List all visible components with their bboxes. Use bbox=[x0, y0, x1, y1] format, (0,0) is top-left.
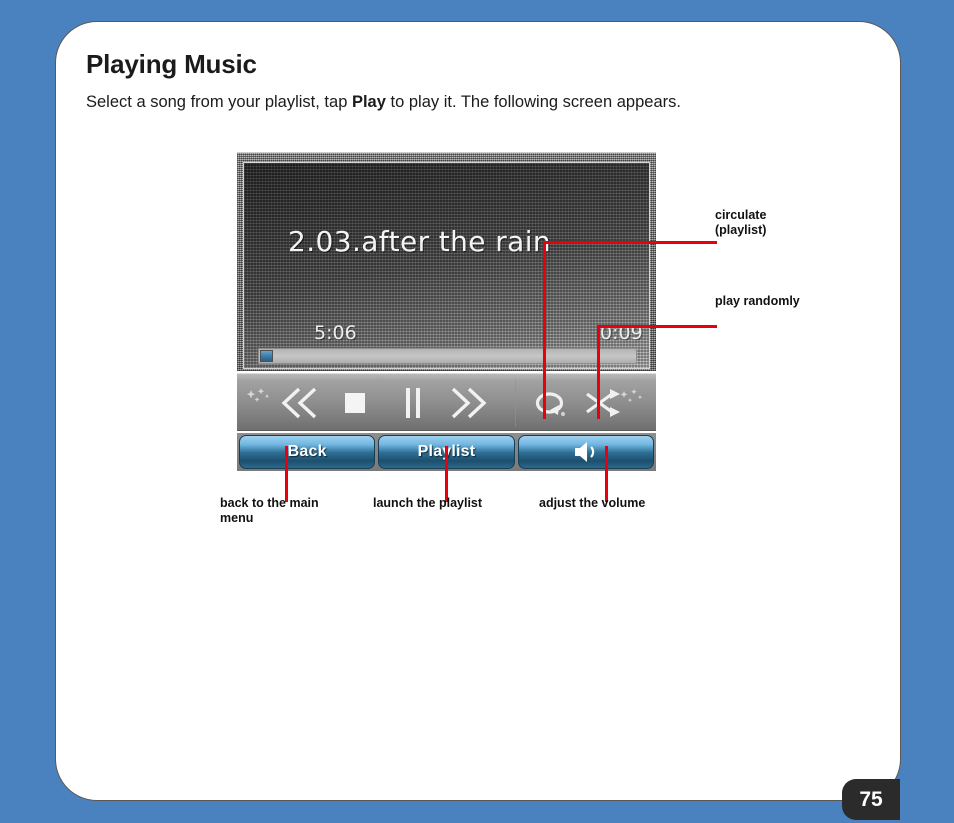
volume-icon bbox=[574, 442, 595, 462]
device-screenshot: 2.03.after the rain 5:06 0:09 Back bbox=[237, 152, 656, 471]
annotation-back-line2: menu bbox=[220, 511, 254, 525]
control-divider bbox=[515, 379, 516, 427]
now-playing-track-title: 2.03.after the rain bbox=[288, 225, 552, 258]
next-track-icon bbox=[451, 387, 487, 419]
playback-progress-slider[interactable] bbox=[258, 348, 637, 364]
callout-line-circulate-vertical bbox=[543, 241, 546, 419]
pause-icon bbox=[406, 388, 420, 418]
sparkle-decoration-right-icon bbox=[619, 388, 645, 412]
back-button-label: Back bbox=[287, 443, 327, 460]
previous-track-icon bbox=[281, 387, 317, 419]
intro-text-before: Select a song from your playlist, tap bbox=[86, 93, 352, 111]
next-track-button[interactable] bbox=[445, 382, 493, 424]
annotation-back-line1: back to the main bbox=[220, 496, 319, 510]
previous-track-button[interactable] bbox=[275, 382, 323, 424]
callout-line-circulate-horizontal bbox=[543, 241, 717, 244]
annotation-back: back to the main menu bbox=[220, 496, 319, 526]
transport-control-bar bbox=[237, 373, 656, 431]
page-title: Playing Music bbox=[86, 49, 257, 79]
annotation-circulate: circulate (playlist) bbox=[715, 208, 766, 238]
stop-icon bbox=[345, 393, 365, 413]
back-button[interactable]: Back bbox=[239, 435, 376, 469]
screen-bezel: 2.03.after the rain 5:06 0:09 bbox=[237, 152, 656, 371]
annotation-play-randomly: play randomly bbox=[715, 294, 800, 308]
page-number: 75 bbox=[859, 787, 883, 811]
volume-button[interactable] bbox=[517, 435, 654, 469]
annotation-circulate-line1: circulate bbox=[715, 208, 767, 222]
intro-text-after: to play it. The following screen appears… bbox=[385, 93, 681, 111]
callout-line-playlist bbox=[445, 446, 448, 502]
progress-slider-handle[interactable] bbox=[260, 350, 273, 362]
callout-line-random-vertical bbox=[597, 325, 600, 419]
stop-button[interactable] bbox=[333, 382, 377, 424]
page-number-badge: 75 bbox=[842, 779, 900, 820]
repeat-icon bbox=[535, 392, 566, 417]
intro-paragraph: Select a song from your playlist, tap Pl… bbox=[86, 93, 681, 112]
repeat-button[interactable] bbox=[526, 382, 574, 424]
callout-line-back bbox=[285, 446, 288, 502]
annotation-circulate-line2: (playlist) bbox=[715, 223, 767, 237]
track-total-time: 5:06 bbox=[314, 322, 357, 344]
callout-line-volume bbox=[605, 446, 608, 502]
intro-text-bold: Play bbox=[351, 93, 386, 111]
pause-button[interactable] bbox=[391, 382, 435, 424]
annotation-playlist: launch the playlist bbox=[373, 496, 483, 510]
sparkle-decoration-icon bbox=[246, 388, 273, 412]
manual-page-card: Playing Music Select a song from your pl… bbox=[55, 21, 901, 820]
lcd-screen: 2.03.after the rain 5:06 0:09 bbox=[243, 162, 650, 369]
callout-line-random-horizontal bbox=[597, 325, 717, 328]
annotation-volume: adjust the volume bbox=[539, 496, 646, 510]
